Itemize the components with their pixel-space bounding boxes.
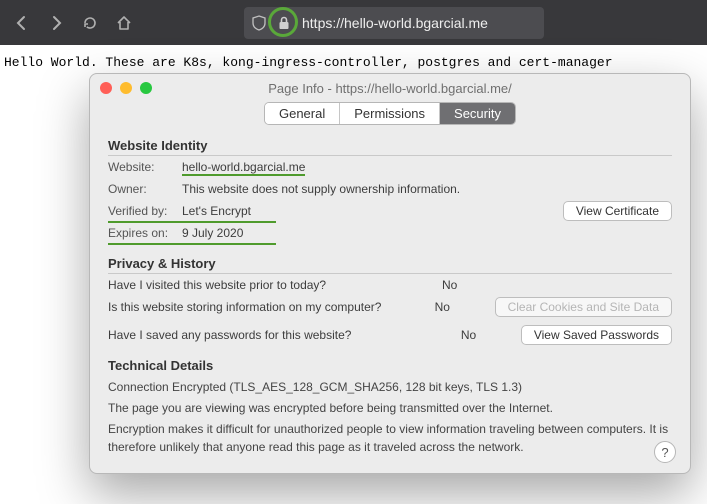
home-button[interactable]	[110, 9, 138, 37]
visited-question: Have I visited this website prior to tod…	[108, 278, 422, 292]
privacy-heading: Privacy & History	[108, 244, 672, 274]
expires-label: Expires on:	[108, 226, 182, 240]
website-value: hello-world.bgarcial.me	[182, 160, 305, 174]
tech-line-2: The page you are viewing was encrypted b…	[108, 399, 672, 417]
url-bar[interactable]: https://hello-world.bgarcial.me	[244, 7, 544, 39]
owner-label: Owner:	[108, 182, 182, 196]
view-certificate-button[interactable]: View Certificate	[563, 201, 672, 221]
dialog-titlebar: Page Info - https://hello-world.bgarcial…	[90, 74, 690, 126]
identity-heading: Website Identity	[108, 126, 672, 156]
verifiedby-value: Let's Encrypt	[182, 204, 563, 218]
minimize-button[interactable]	[120, 82, 132, 94]
browser-toolbar: https://hello-world.bgarcial.me	[0, 0, 707, 45]
page-text: Hello World. These are K8s, kong-ingress…	[4, 55, 613, 70]
technical-heading: Technical Details	[108, 346, 672, 375]
lock-icon[interactable]	[270, 9, 298, 37]
storing-question: Is this website storing information on m…	[108, 300, 415, 314]
tech-line-1: Connection Encrypted (TLS_AES_128_GCM_SH…	[108, 378, 672, 396]
dialog-title: Page Info - https://hello-world.bgarcial…	[90, 74, 690, 96]
zoom-button[interactable]	[140, 82, 152, 94]
help-button[interactable]: ?	[654, 441, 676, 463]
page-info-dialog: Page Info - https://hello-world.bgarcial…	[89, 73, 691, 474]
section-privacy: Privacy & History Have I visited this we…	[90, 244, 690, 346]
verifiedby-label: Verified by:	[108, 204, 182, 218]
passwords-question: Have I saved any passwords for this webs…	[108, 328, 441, 342]
window-controls	[100, 82, 152, 94]
back-button[interactable]	[8, 9, 36, 37]
close-button[interactable]	[100, 82, 112, 94]
website-label: Website:	[108, 160, 182, 174]
tracking-shield-icon[interactable]	[250, 14, 268, 32]
tab-segmented-control: General Permissions Security	[90, 102, 690, 125]
clear-cookies-button: Clear Cookies and Site Data	[495, 297, 672, 317]
tab-security[interactable]: Security	[440, 103, 515, 124]
view-saved-passwords-button[interactable]: View Saved Passwords	[521, 325, 672, 345]
expires-value: 9 July 2020	[182, 226, 672, 240]
owner-value: This website does not supply ownership i…	[182, 182, 672, 196]
reload-button[interactable]	[76, 9, 104, 37]
url-text: https://hello-world.bgarcial.me	[302, 15, 488, 31]
tech-line-3: Encryption makes it difficult for unauth…	[108, 420, 672, 456]
section-identity: Website Identity Website: hello-world.bg…	[90, 126, 690, 244]
visited-answer: No	[442, 278, 502, 292]
tab-permissions[interactable]: Permissions	[340, 103, 440, 124]
forward-button[interactable]	[42, 9, 70, 37]
section-technical: Technical Details Connection Encrypted (…	[90, 346, 690, 456]
passwords-answer: No	[461, 328, 521, 342]
tab-general[interactable]: General	[265, 103, 340, 124]
storing-answer: No	[435, 300, 495, 314]
